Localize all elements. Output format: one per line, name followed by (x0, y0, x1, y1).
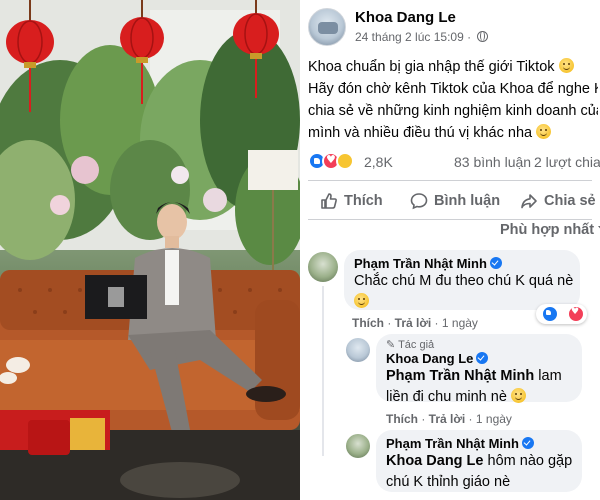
reaction-count[interactable]: 2,8K (364, 154, 393, 170)
grin-sweat-emoji-icon (354, 293, 369, 308)
author-name[interactable]: Khoa Dang Le (355, 9, 456, 26)
love-reaction-icon (568, 306, 584, 322)
share-count[interactable]: 2 lượt chia sẻ (534, 154, 600, 170)
reply-author-name[interactable]: Khoa Dang Le (386, 351, 572, 366)
verified-badge-icon (489, 257, 502, 269)
post-header: Khoa Dang Le 24 tháng 2 lúc 15:09 · (308, 8, 598, 48)
facebook-post: Khoa Dang Le 24 tháng 2 lúc 15:09 · Khoa… (300, 0, 600, 500)
reply-text: Khoa Dang Le hôm nào gặp (386, 453, 573, 469)
commenter-name[interactable]: Phạm Trần Nhật Minh (354, 256, 570, 271)
mention-tag[interactable]: Khoa Dang Le (386, 453, 483, 469)
dot-separator: · (467, 30, 475, 44)
share-arrow-icon (521, 194, 537, 209)
post-meta: 24 tháng 2 lúc 15:09 · (355, 30, 489, 44)
post-photo[interactable] (0, 0, 300, 500)
comment-button[interactable]: Bình luận (410, 183, 500, 219)
commenter-avatar[interactable] (346, 434, 370, 458)
comment-bubble-icon (410, 193, 428, 210)
author-badge: ✎ Tác giả (386, 339, 435, 351)
divider (308, 180, 592, 181)
post-actions: Thích Bình luận Chia sẻ (308, 183, 598, 219)
comment-count[interactable]: 83 bình luận (454, 154, 531, 170)
like-button[interactable]: Thích (320, 183, 383, 219)
share-label: Chia sẻ (544, 193, 596, 209)
smile-emoji-icon (536, 124, 552, 139)
divider (308, 219, 592, 220)
comment-bubble: Phạm Trần Nhật Minh Chắc chú M đu theo c… (344, 250, 580, 310)
post-line-3: chia sẻ về những kinh nghiệm kinh doanh … (308, 103, 598, 119)
thumbs-up-icon (321, 193, 337, 209)
author-avatar[interactable] (308, 8, 346, 46)
reply-text-line-2: liền đi chu minh nè (386, 387, 572, 408)
photo-illustration (0, 0, 300, 500)
thread-line (322, 286, 324, 456)
reaction-summary: 2,8K 83 bình luận 2 lượt chia sẻ (308, 152, 600, 172)
reply-time[interactable]: 1 ngày (476, 412, 512, 426)
reply-meta: Thích · Trả lời · 1 ngày (386, 412, 512, 426)
comment-reactions[interactable]: 6 (536, 304, 587, 324)
commenter-avatar[interactable] (308, 252, 338, 282)
smile-emoji-icon (510, 388, 526, 403)
post-line-1: Khoa chuẩn bị gia nhập thế giới Tiktok (308, 56, 598, 78)
reply-like-link[interactable]: Thích (386, 412, 418, 426)
share-button[interactable]: Chia sẻ (520, 183, 596, 219)
like-reaction-icon (542, 306, 558, 322)
reply-reply-link[interactable]: Trả lời (429, 412, 466, 426)
post-timestamp[interactable]: 24 tháng 2 lúc 15:09 (355, 30, 464, 44)
comment-like-link[interactable]: Thích (352, 316, 384, 330)
comment-reply-link[interactable]: Trả lời (395, 316, 432, 330)
like-label: Thích (344, 193, 383, 209)
reply-text: Phạm Trần Nhật Minh lam (386, 368, 562, 384)
post-line-4: mình và nhiều điều thú vị khác nha (308, 122, 598, 144)
comment-meta: Thích · Trả lời · 1 ngày (352, 316, 478, 330)
mention-tag[interactable]: Phạm Trần Nhật Minh (386, 368, 534, 384)
post-line-2: Hãy đón chờ kênh Tiktok của Khoa để nghe… (308, 81, 598, 97)
verified-badge-icon (476, 352, 489, 364)
comment-text: Chắc chú M đu theo chú K quá nè (354, 273, 574, 289)
author-reply-avatar[interactable] (346, 338, 370, 362)
comment-time[interactable]: 1 ngày (442, 316, 478, 330)
comment-sort-dropdown[interactable]: Phù hợp nhất (500, 222, 600, 238)
verified-badge-icon (521, 437, 534, 449)
commenter-name[interactable]: Phạm Trần Nhật Minh (386, 436, 572, 451)
smile-emoji-icon (558, 58, 574, 73)
reply-text-line-2: chú K thỉnh giáo nè (386, 474, 511, 490)
globe-icon (477, 31, 489, 42)
reply-bubble: ✎ Tác giả Khoa Dang Le Phạm Trần Nhật Mi… (376, 334, 582, 405)
care-reaction-icon (336, 152, 354, 170)
comment-label: Bình luận (434, 193, 501, 209)
post-body: Khoa chuẩn bị gia nhập thế giới Tiktok H… (308, 56, 598, 144)
reply-bubble: Phạm Trần Nhật Minh Khoa Dang Le hôm nào… (376, 430, 582, 492)
